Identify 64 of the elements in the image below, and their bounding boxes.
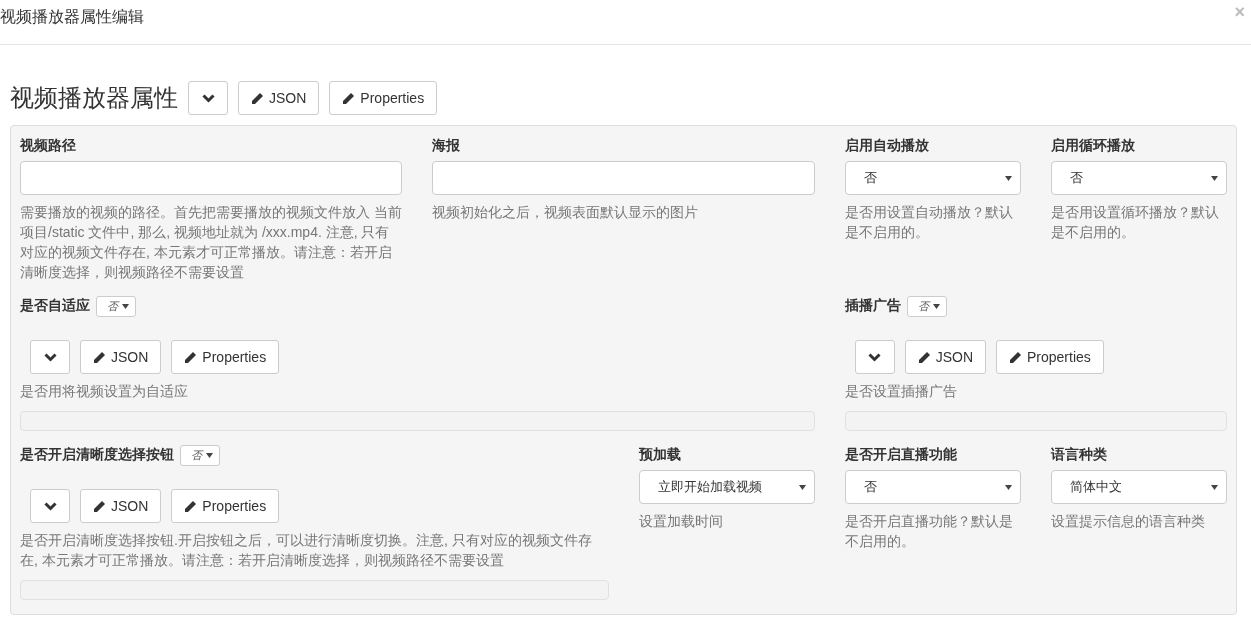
caret-icon [1211,484,1218,490]
help-text: 是否开启直播功能？默认是不启用的。 [844,512,1014,551]
field-label: 语言种类 [1050,446,1107,464]
collapse-button[interactable] [188,81,228,115]
edit-button[interactable]: JSON [904,340,986,374]
help-text: 设置加载时间 [638,512,724,531]
help-text: 是否开启清晰度选择按钮.开启按钮之后，可以进行清晰度切换。注意, 只有对应的视频文件存在, 本元素才可正常播放。请注意：若开启清晰度选择，则视频路径不需要设置 [20,531,593,570]
chevron-down-icon [868,352,882,362]
collapse-button[interactable] [30,340,70,374]
caret-icon [1004,175,1012,181]
caret-icon [122,303,129,309]
help-text: 是否设置插播广告 [844,382,958,401]
pencil-icon [93,499,106,513]
field-label: 启用自动播放 [844,137,929,155]
help-text: 需要播放的视频的路径。首先把需要播放的视频文件放入 当前项目/static 文件中, 那么, 视频地址就为 /xxx.mp4. 注意, 只有对应的视频文件存在, 本元素才可正常播放。请注意：若开启清晰度选择，则视频路径不需要设置 [20,203,403,282]
pencil-icon [93,350,106,364]
field-label: 预加载 [638,446,681,464]
field-label: 是否自适应 [20,297,90,315]
chevron-down-icon [43,501,57,511]
input-field[interactable] [432,161,815,195]
help-text: 是否用设置自动播放？默认是不启用的。 [844,203,1014,242]
help-text: 视频初始化之后，视频表面默认显示的图片 [432,203,700,222]
field-label: 启用循环播放 [1050,137,1135,155]
select-field[interactable]: 简体中文 [1050,470,1227,504]
edit-button[interactable]: Properties [996,340,1104,374]
collapse-button[interactable] [854,340,895,374]
toggle-select[interactable]: 否 [96,295,136,317]
pencil-icon [917,350,931,364]
chevron-down-icon [201,93,215,103]
pencil-icon [342,91,356,105]
caret-icon [798,484,806,490]
field-label: 是否开启直播功能 [844,446,957,464]
field-label: 海报 [432,137,461,155]
caret-icon [206,452,213,458]
edit-button[interactable]: JSON [238,81,320,115]
edit-button[interactable]: JSON [80,340,162,374]
collapse-button[interactable] [30,489,70,523]
toggle-select[interactable]: 否 [180,444,220,466]
caret-icon [932,303,940,309]
pencil-icon [184,350,198,364]
field-label: 是否开启清晰度选择按钮 [20,446,174,464]
help-text: 是否用将视频设置为自适应 [20,382,189,401]
edit-button[interactable]: Properties [171,340,280,374]
edit-button[interactable]: Properties [171,489,280,523]
pencil-icon [184,499,198,513]
dialog-title: 视频播放器属性编辑 [0,7,144,27]
edit-button[interactable]: Properties [329,81,438,115]
pencil-icon [1009,350,1022,364]
select-field[interactable]: 否 [844,470,1021,504]
toggle-select[interactable]: 否 [906,295,947,317]
input-field[interactable] [20,161,403,195]
select-field[interactable]: 否 [1050,161,1227,195]
caret-icon [1004,484,1012,490]
help-text: 是否用设置循环播放？默认是不启用的。 [1050,203,1220,242]
select-field[interactable]: 否 [844,161,1021,195]
select-field[interactable]: 立即开始加载视频 [638,470,815,504]
help-text: 设置提示信息的语言种类 [1050,512,1206,531]
field-label: 插播广告 [844,297,901,315]
field-label: 视频路径 [20,137,76,155]
section-heading: 视频播放器属性 [10,83,178,113]
edit-button[interactable]: JSON [80,489,162,523]
caret-icon [1211,175,1218,181]
chevron-down-icon [43,352,57,362]
pencil-icon [251,91,264,105]
